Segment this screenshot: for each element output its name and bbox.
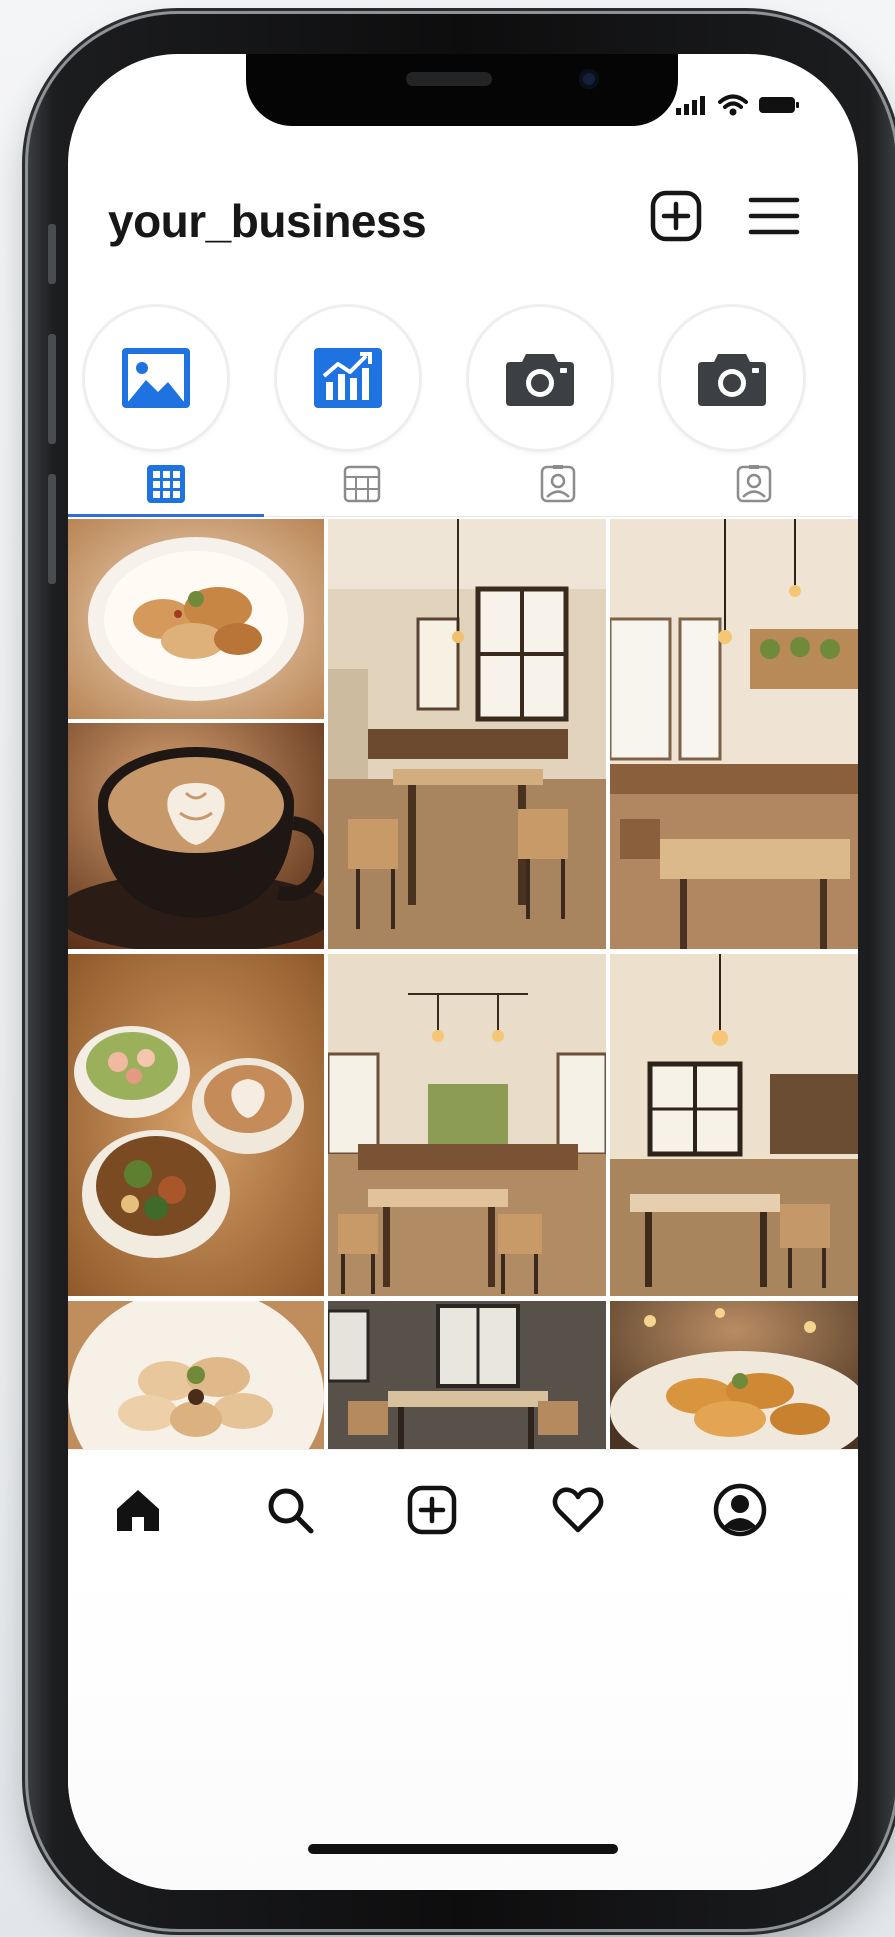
grid-post-dumplings-plate[interactable] [68, 519, 324, 719]
add-post-icon [407, 1485, 457, 1535]
battery-icon [759, 97, 799, 113]
home-icon [117, 1490, 159, 1531]
cafe-windows-image [610, 954, 858, 1296]
hamburger-menu-icon [748, 197, 800, 235]
nav-home[interactable] [106, 1478, 170, 1542]
phone-frame: your_business [28, 14, 895, 1929]
highlight-camera-1[interactable] [466, 304, 614, 452]
cafe-pendant-image [610, 519, 858, 949]
grid-icon [147, 465, 185, 503]
grid-post-cafe-dark-interior[interactable] [328, 1301, 606, 1449]
status-bar [676, 94, 800, 116]
grid-post-dumplings-closeup[interactable] [68, 1301, 324, 1449]
tagged-icon [540, 465, 576, 503]
screen-bottom-area [68, 1565, 853, 1890]
grid-post-salad-latte[interactable] [68, 954, 324, 1296]
tab-posts-grid[interactable] [68, 454, 264, 514]
dumplings-plate-image [68, 519, 324, 719]
volume-down-button [48, 474, 56, 584]
salad-latte-image [68, 954, 324, 1296]
notch [246, 54, 678, 126]
dumplings-closeup-image [68, 1301, 324, 1449]
cafe-dining-image [328, 954, 606, 1296]
plus-square-icon [650, 190, 702, 242]
new-post-button[interactable] [648, 188, 704, 244]
menu-button[interactable] [746, 188, 802, 244]
tab-tagged-2[interactable] [656, 454, 852, 514]
profile-icon [713, 1483, 767, 1537]
active-tab-indicator [68, 514, 264, 517]
nav-search[interactable] [258, 1478, 322, 1542]
mute-switch [48, 224, 56, 284]
profile-username[interactable]: your_business [108, 194, 427, 248]
grid-post-cafe-pendant-lights[interactable] [610, 519, 858, 949]
tab-tagged[interactable] [460, 454, 656, 514]
fried-dumplings-image [610, 1301, 858, 1449]
image-icon [122, 348, 190, 408]
grid-post-latte-art[interactable] [68, 723, 324, 949]
reels-icon [343, 465, 381, 503]
grid-post-cafe-dining-room[interactable] [328, 954, 606, 1296]
signal-icon [676, 96, 705, 115]
home-indicator[interactable] [308, 1844, 618, 1854]
phone-screen: your_business [68, 54, 858, 1890]
highlight-gallery[interactable] [82, 304, 230, 452]
grid-post-fried-dumplings[interactable] [610, 1301, 858, 1449]
grid-post-cafe-dining-windows[interactable] [610, 954, 858, 1296]
tagged-icon [736, 465, 772, 503]
highlight-analytics[interactable] [274, 304, 422, 452]
cafe-interior-image [328, 519, 606, 949]
wifi-icon [718, 94, 748, 116]
latte-art-image [68, 723, 324, 949]
cafe-dark-image [328, 1301, 606, 1449]
tab-reels[interactable] [264, 454, 460, 514]
camera-icon [698, 354, 766, 406]
nav-activity[interactable] [546, 1478, 610, 1542]
heart-icon [552, 1487, 604, 1533]
search-icon [268, 1488, 314, 1534]
nav-add-post[interactable] [400, 1478, 464, 1542]
grid-post-cafe-interior-window[interactable] [328, 519, 606, 949]
bottom-navigation [68, 1449, 853, 1565]
highlight-camera-2[interactable] [658, 304, 806, 452]
nav-profile[interactable] [708, 1478, 772, 1542]
camera-icon [506, 354, 574, 406]
volume-up-button [48, 334, 56, 444]
front-camera [579, 69, 599, 89]
earpiece-speaker [406, 72, 492, 86]
chart-icon [314, 348, 382, 408]
